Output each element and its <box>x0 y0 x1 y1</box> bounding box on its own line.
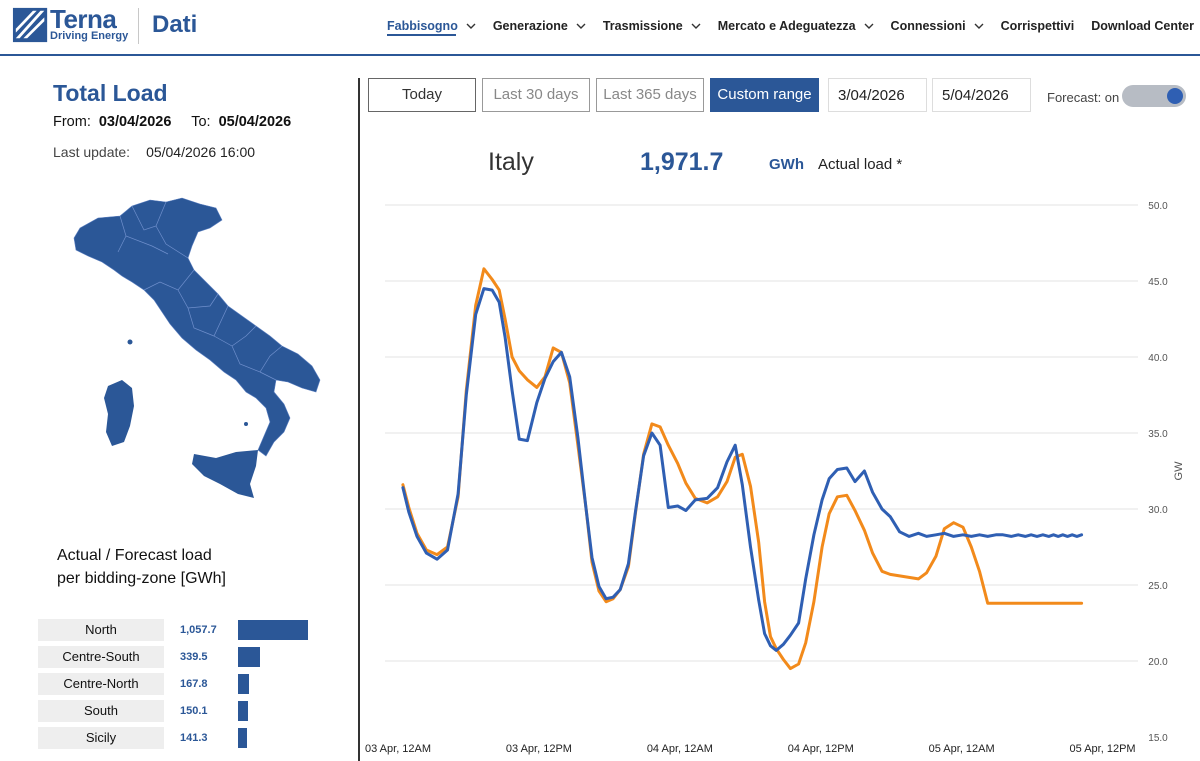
y-tick-label: 30.0 <box>1148 505 1168 516</box>
zone-row[interactable]: South 150.1 <box>38 699 338 722</box>
zone-row[interactable]: Sicily 141.3 <box>38 726 338 749</box>
from-value: 03/04/2026 <box>98 114 172 130</box>
app: Terna Driving Energy Dati Fabbisogno Gene… <box>0 0 1200 761</box>
zone-value: 167.8 <box>180 677 208 690</box>
y-tick-label: 20.0 <box>1148 657 1168 668</box>
last-365-days-button[interactable]: Last 365 days <box>596 78 704 112</box>
nav-item-label: Download Center <box>1091 19 1194 33</box>
x-tick-label: 03 Apr, 12PM <box>506 743 572 755</box>
nav-item-mercato-e-adeguatezza[interactable]: Mercato e Adeguatezza <box>718 0 874 52</box>
zone-row[interactable]: Centre-North 167.8 <box>38 672 338 695</box>
y-tick-label: 50.0 <box>1148 201 1168 212</box>
chevron-down-icon <box>466 23 476 29</box>
y-tick-label: 35.0 <box>1148 429 1168 440</box>
brand-name: Terna <box>50 4 117 34</box>
load-line-chart[interactable]: 15.0 20.0 25.0 30.0 35.0 40.0 45.0 50.0 GW 03 Apr… <box>360 180 1200 761</box>
x-tick-label: 05 Apr, 12PM <box>1070 743 1136 755</box>
capri-island <box>244 422 248 426</box>
x-tick-label: 05 Apr, 12AM <box>929 743 995 755</box>
today-button[interactable]: Today <box>368 78 476 112</box>
terna-logo-icon[interactable] <box>12 6 50 44</box>
last-update-value: 05/04/2026 16:00 <box>146 144 256 160</box>
total-load-value: 1,971.7 <box>640 148 724 176</box>
zone-name: North <box>38 618 164 641</box>
nav-item-label: Generazione <box>492 19 568 33</box>
custom-range-button[interactable]: Custom range <box>710 78 819 112</box>
range-controls: Today Last 30 days Last 365 days Custom … <box>368 78 1188 112</box>
zone-bar[interactable] <box>238 619 308 640</box>
forecast-toggle[interactable] <box>1122 85 1186 107</box>
nav-item-connessioni[interactable]: Connessioni <box>891 0 984 52</box>
nav-item-trasmissione[interactable]: Trasmissione <box>603 0 701 52</box>
nav-item-label: Mercato e Adeguatezza <box>717 19 856 33</box>
sicily-shape[interactable] <box>192 450 258 498</box>
nav-item-fabbisogno[interactable]: Fabbisogno <box>387 0 476 52</box>
zone-value: 339.5 <box>180 650 208 663</box>
y-tick-label: 15.0 <box>1148 733 1168 744</box>
zone-chart-title: Actual / Forecast load per bidding-zone … <box>57 544 226 590</box>
forecast-toggle-label: Forecast: on <box>1047 90 1120 105</box>
zone-bar[interactable] <box>238 673 250 694</box>
zone-name: Sicily <box>38 726 164 749</box>
date-range-summary: From: 03/04/2026 To: 05/04/2026 <box>53 114 307 130</box>
to-label: To: <box>191 114 211 130</box>
forecast-toggle-knob <box>1167 88 1183 104</box>
zone-row[interactable]: North 1,057.7 <box>38 618 338 641</box>
zone-value: 141.3 <box>180 731 208 744</box>
total-load-unit: GWh <box>769 156 804 173</box>
zone-bar-list: North 1,057.7 Centre-South 339.5 Centre-Nort… <box>38 618 338 753</box>
product-name[interactable]: Dati <box>152 11 197 39</box>
zone-name: Centre-North <box>38 672 164 695</box>
main-nav: Fabbisogno Generazione Trasmissione Mercato… <box>370 0 1194 52</box>
last-update: Last update: 05/04/2026 16:00 <box>53 144 255 160</box>
y-tick-label: 40.0 <box>1148 353 1168 364</box>
italy-map[interactable] <box>70 196 325 516</box>
from-label: From: <box>53 114 91 130</box>
region-name: Italy <box>488 148 534 176</box>
nav-item-label: Trasmissione <box>602 19 683 33</box>
left-panel: Total Load From: 03/04/2026 To: 05/04/2026… <box>0 58 358 761</box>
zone-chart-title-line1: Actual / Forecast load <box>57 547 212 564</box>
nav-item-download-center[interactable]: Download Center <box>1091 0 1194 52</box>
nav-item-corrispettivi[interactable]: Corrispettivi <box>1001 0 1075 52</box>
y-tick-label: 25.0 <box>1148 581 1168 592</box>
zone-value: 150.1 <box>180 704 208 717</box>
chevron-down-icon <box>691 23 701 29</box>
logo-divider <box>138 8 139 44</box>
zone-row[interactable]: Centre-South 339.5 <box>38 645 338 668</box>
to-value: 05/04/2026 <box>218 114 292 130</box>
zone-name: Centre-South <box>38 645 164 668</box>
sardinia-shape[interactable] <box>104 380 134 446</box>
date-to-input[interactable]: 5/04/2026 <box>932 78 1031 112</box>
elba-island <box>127 339 133 345</box>
last-update-label: Last update: <box>53 144 131 160</box>
zone-bar[interactable] <box>238 646 261 667</box>
x-tick-label: 04 Apr, 12PM <box>788 743 854 755</box>
nav-item-label: Corrispettivi <box>1000 19 1075 33</box>
top-bar: Terna Driving Energy Dati Fabbisogno Gene… <box>0 0 1200 56</box>
y-axis-label: GW <box>1173 461 1185 481</box>
series-line-actual[interactable] <box>401 287 1084 652</box>
x-tick-label: 03 Apr, 12AM <box>365 743 431 755</box>
zone-chart-title-line2: per bidding-zone [GWh] <box>57 570 226 587</box>
chevron-down-icon <box>864 23 874 29</box>
nav-item-label: Connessioni <box>890 19 966 33</box>
date-from-input[interactable]: 3/04/2026 <box>828 78 927 112</box>
brand-tagline: Driving Energy <box>50 30 129 42</box>
last-30-days-button[interactable]: Last 30 days <box>482 78 590 112</box>
zone-bar[interactable] <box>238 700 248 721</box>
zone-value: 1,057.7 <box>180 623 217 636</box>
nav-item-generazione[interactable]: Generazione <box>493 0 586 52</box>
nav-item-label: Fabbisogno <box>387 19 458 33</box>
x-tick-label: 04 Apr, 12AM <box>647 743 713 755</box>
y-tick-label: 45.0 <box>1148 277 1168 288</box>
actual-load-label: Actual load * <box>818 156 903 173</box>
page-title: Total Load <box>53 80 168 106</box>
zone-name: South <box>38 699 164 722</box>
chevron-down-icon <box>576 23 586 29</box>
zone-bar[interactable] <box>238 727 248 748</box>
chevron-down-icon <box>974 23 984 29</box>
